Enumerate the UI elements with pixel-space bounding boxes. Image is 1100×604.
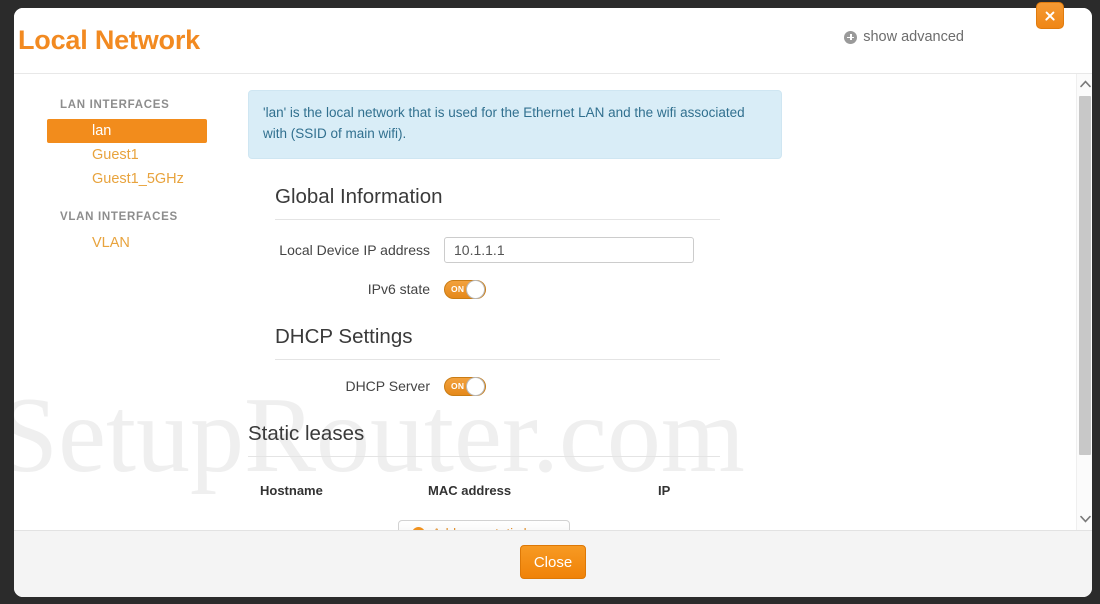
ipv6-state-row: IPv6 state ON (275, 279, 720, 299)
add-new-static-lease-button[interactable]: Add new static lease (398, 519, 570, 530)
main-content: 'lan' is the local network that is used … (234, 74, 1092, 530)
column-header-hostname: Hostname (260, 482, 323, 498)
add-lease-button-wrap: Add new static lease (248, 519, 720, 530)
dialog-body: SetupRouter.com LAN INTERFACES lan Guest… (14, 74, 1092, 530)
info-banner: 'lan' is the local network that is used … (248, 90, 782, 159)
static-leases-title: Static leases (248, 422, 720, 457)
local-network-dialog: Local Network show advanced SetupRouter.… (14, 8, 1092, 597)
add-new-static-lease-label: Add new static lease (432, 526, 556, 530)
ipv6-state-label: IPv6 state (367, 281, 430, 298)
dhcp-settings-section: DHCP Settings DHCP Server ON (275, 325, 720, 396)
dhcp-server-toggle[interactable]: ON (444, 376, 486, 396)
sidebar-item-guest1[interactable]: Guest1 (47, 143, 220, 167)
content-scrollbar[interactable] (1076, 74, 1092, 530)
scroll-down-arrow-icon[interactable] (1077, 511, 1092, 528)
ipv6-toggle-state-text: ON (451, 283, 465, 294)
column-header-ip: IP (658, 482, 671, 498)
dhcp-server-label: DHCP Server (345, 378, 430, 395)
column-header-mac-address: MAC address (428, 482, 512, 498)
local-device-ip-input[interactable] (444, 236, 694, 263)
ipv6-state-toggle[interactable]: ON (444, 279, 486, 299)
static-leases-table-header: Hostname MAC address IP (248, 483, 720, 498)
dhcp-settings-title: DHCP Settings (275, 325, 720, 360)
dhcp-server-row: DHCP Server ON (275, 376, 720, 396)
sidebar-item-vlan[interactable]: VLAN (47, 231, 220, 255)
local-device-ip-label: Local Device IP address (279, 241, 430, 258)
show-advanced-label: show advanced (863, 29, 964, 45)
sidebar-item-lan[interactable]: lan (47, 119, 207, 143)
static-leases-section: Static leases Hostname MAC address IP Ad… (248, 422, 720, 530)
close-x-icon[interactable] (1036, 2, 1064, 29)
local-device-ip-row: Local Device IP address (275, 236, 720, 263)
close-button[interactable]: Close (520, 545, 586, 579)
ipv6-toggle-knob (466, 279, 485, 299)
plus-circle-icon (412, 526, 426, 530)
page-root: Local Network show advanced SetupRouter.… (0, 0, 1100, 604)
sidebar-group-lan-title: LAN INTERFACES (60, 99, 170, 111)
plus-circle-icon (844, 30, 858, 44)
sidebar-group-vlan-title: VLAN INTERFACES (60, 211, 178, 223)
sidebar-item-guest1-5ghz[interactable]: Guest1_5GHz (47, 167, 220, 191)
dialog-footer: Close (14, 530, 1092, 597)
scroll-up-arrow-icon[interactable] (1077, 76, 1092, 93)
dhcp-toggle-state-text: ON (451, 380, 465, 391)
dialog-header: Local Network show advanced (14, 8, 1092, 74)
scrollbar-thumb[interactable] (1079, 96, 1091, 455)
show-advanced-link[interactable]: show advanced (844, 29, 964, 45)
page-title: Local Network (18, 25, 200, 55)
sidebar: LAN INTERFACES lan Guest1 Guest1_5GHz VL… (14, 74, 234, 530)
global-information-section: Global Information Local Device IP addre… (275, 185, 720, 299)
dhcp-toggle-knob (466, 376, 485, 396)
global-information-title: Global Information (275, 185, 720, 220)
